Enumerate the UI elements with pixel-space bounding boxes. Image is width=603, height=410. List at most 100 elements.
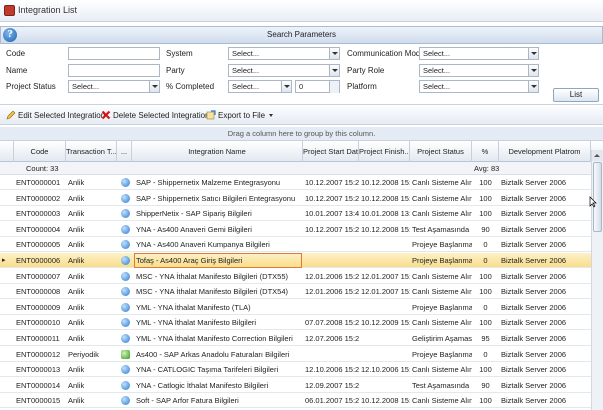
cell-platform: Biztalk Server 2006 [501, 287, 567, 297]
chevron-down-icon[interactable] [528, 81, 538, 92]
table-row[interactable]: ENT0000009 Anlik YML - YNA İthalat Manifes… [0, 299, 591, 315]
chevron-down-icon[interactable] [149, 81, 159, 92]
cell-code: ENT0000013 [16, 365, 61, 375]
cell-finish: 10.12.2008 15:2... [361, 178, 410, 187]
table-row[interactable]: ENT0000013 Anlik YNA - CATLOGIC Taşıma Tar… [0, 362, 591, 378]
integration-icon [121, 396, 130, 406]
cell-code: ENT0000003 [16, 209, 61, 219]
cell-code: ENT0000004 [16, 224, 61, 234]
column-header-code[interactable]: Code [14, 141, 66, 162]
table-row[interactable]: ▸ ENT0000006 Anlik Tofaş - As400 Araç Giriş… [0, 253, 591, 268]
table-row[interactable]: ENT0000005 Anlik YNA - As400 Anaveri Kumpa… [0, 237, 591, 253]
column-header-transaction-type[interactable]: Transaction T... [66, 141, 117, 162]
search-panel-header[interactable]: ? Search Parameters [0, 26, 603, 44]
title-bar: Integration List [0, 0, 603, 22]
cell-pct: 100 [479, 271, 492, 281]
integration-icon [121, 209, 130, 219]
pct-value-stepper[interactable]: 0 [295, 80, 340, 93]
table-row[interactable]: ENT0000007 Anlik MSC - YNA İthalat Manifes… [0, 268, 591, 284]
chevron-down-icon[interactable] [269, 114, 274, 118]
cell-type: Anlik [68, 287, 85, 297]
cell-platform: Biztalk Server 2006 [501, 240, 567, 250]
column-header-project-status[interactable]: Project Status [410, 141, 472, 162]
chevron-down-icon[interactable] [329, 48, 339, 59]
cell-type: Anlik [68, 256, 85, 265]
delete-icon [101, 110, 111, 120]
cell-pct: 100 [479, 365, 492, 375]
cell-platform: Biztalk Server 2006 [501, 380, 567, 390]
group-by-panel[interactable]: Drag a column here to group by this colu… [0, 127, 603, 141]
project-status-select[interactable]: Select... [68, 80, 160, 93]
cell-finish [359, 300, 410, 315]
column-header-project-start-date[interactable]: Project Start Date [303, 141, 359, 162]
cell-name: ShipperNetix - SAP Sipariş Bilgileri [136, 209, 252, 219]
delete-integration-button[interactable]: Delete Selected Integration [101, 110, 210, 122]
column-header-icon[interactable]: ... [117, 141, 132, 162]
table-row[interactable]: ENT0000012 Periyodik As400 - SAP Arkas Ana… [0, 346, 591, 362]
platform-select[interactable]: Select... [419, 80, 539, 93]
cell-finish: 10.12.2009 15:2... [361, 318, 410, 328]
column-header-development-platform[interactable]: Development Platrom [499, 141, 591, 162]
chevron-down-icon[interactable] [281, 81, 291, 92]
chevron-down-icon[interactable] [329, 65, 339, 76]
cell-code: ENT0000008 [16, 287, 61, 297]
pct-operator-select[interactable]: Select... [228, 80, 292, 93]
name-input[interactable] [68, 64, 160, 77]
vertical-scrollbar[interactable] [591, 150, 603, 410]
project-status-value: Select... [72, 82, 100, 91]
cell-code: ENT0000005 [16, 240, 61, 250]
cell-finish [359, 253, 410, 268]
cell-edit-focus[interactable] [134, 253, 302, 268]
chevron-down-icon[interactable] [528, 48, 538, 59]
selected-row-indicator: ▸ [2, 257, 6, 264]
export-button[interactable]: Export to File [206, 110, 274, 122]
platform-label: Platform [347, 82, 377, 91]
cell-code: ENT0000006 [16, 256, 61, 265]
list-button[interactable]: List [553, 88, 599, 102]
party-role-select[interactable]: Select... [419, 64, 539, 77]
cell-start: 10.12.2007 15:2... [305, 193, 359, 203]
cell-name: YNA - As400 Anaveri Gemi Bilgileri [136, 224, 252, 234]
scroll-up-icon[interactable] [592, 150, 603, 161]
platform-value: Select... [423, 82, 451, 91]
system-select[interactable]: Select... [228, 47, 340, 60]
party-select[interactable]: Select... [228, 64, 340, 77]
table-row[interactable]: ENT0000008 Anlik MSC - YNA İthalat Manifes… [0, 284, 591, 300]
table-row[interactable]: ENT0000004 Anlik YNA - As400 Anaveri Gemi … [0, 221, 591, 237]
cell-status: Canlı Sisteme Alın... [412, 396, 472, 406]
table-row[interactable]: ENT0000010 Anlik YML - YNA İthalat Manifes… [0, 315, 591, 331]
code-input[interactable] [68, 47, 160, 60]
cell-code: ENT0000001 [16, 178, 61, 187]
stepper-down-icon[interactable] [329, 87, 339, 93]
cell-name: YML - YNA İthalat Manifesto (TLA) [136, 302, 251, 312]
cell-code: ENT0000015 [16, 396, 61, 406]
cell-start [303, 347, 359, 362]
table-row[interactable]: ENT0000001 Anlik SAP - Shippernetix Malzem… [0, 175, 591, 190]
pct-operator-value: Select... [232, 82, 260, 91]
integration-icon [121, 271, 130, 281]
edit-integration-button[interactable]: Edit Selected Integration [6, 110, 105, 122]
cell-type: Periyodik [68, 349, 99, 359]
table-row[interactable]: ENT0000015 Anlik Soft - SAP Arfor Fatura B… [0, 393, 591, 409]
table-row[interactable]: ENT0000014 Anlik YNA - Catlogic İthalat Ma… [0, 377, 591, 393]
communication-model-label: Communication Model [347, 49, 427, 58]
column-header-percent[interactable]: % [472, 141, 499, 162]
table-row[interactable]: ENT0000002 Anlik SAP - Shippernetix Satıcı… [0, 190, 591, 206]
cell-type: Anlik [68, 224, 85, 234]
integration-icon [121, 365, 130, 375]
window-title: Integration List [18, 5, 78, 15]
cell-name: MSC - YNA İthalat Manifesto Bilgileri (D… [136, 271, 288, 281]
grid-header: Code Transaction T... ... Integration Na… [0, 141, 603, 162]
cell-name: YNA - As400 Anaveri Kumpanya Bilgileri [136, 240, 270, 250]
table-row[interactable]: ENT0000003 Anlik ShipperNetix - SAP Sipari… [0, 206, 591, 222]
table-row[interactable]: ENT0000011 Anlik YML - YNA İthalat Manifes… [0, 331, 591, 346]
cell-code: ENT0000012 [16, 349, 61, 359]
pct-value: 0 [299, 82, 304, 91]
column-header-integration-name[interactable]: Integration Name [132, 141, 303, 162]
column-header-project-finish[interactable]: Project Finish... [359, 141, 410, 162]
export-icon [206, 110, 216, 120]
chevron-down-icon[interactable] [528, 65, 538, 76]
cell-finish [359, 237, 410, 252]
communication-model-select[interactable]: Select... [419, 47, 539, 60]
integration-grid: Code Transaction T... ... Integration Na… [0, 141, 603, 410]
